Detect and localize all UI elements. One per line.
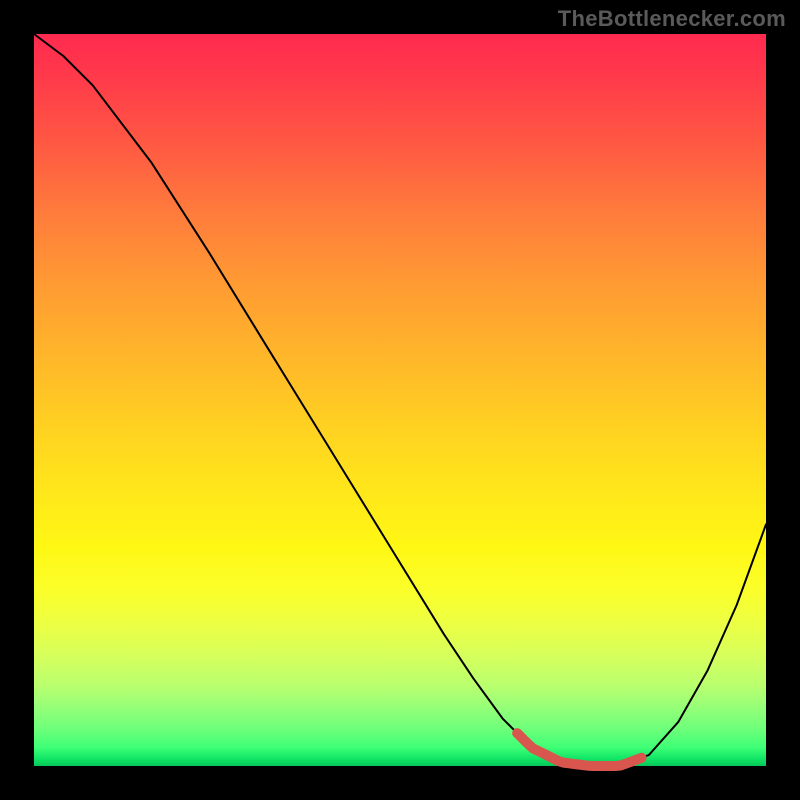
chart-svg — [34, 34, 766, 766]
plot-area — [34, 34, 766, 766]
watermark-text: TheBottlenecker.com — [558, 6, 786, 32]
highlight-segment — [517, 733, 642, 766]
bottleneck-curve — [34, 34, 766, 766]
chart-frame: TheBottlenecker.com — [0, 0, 800, 800]
